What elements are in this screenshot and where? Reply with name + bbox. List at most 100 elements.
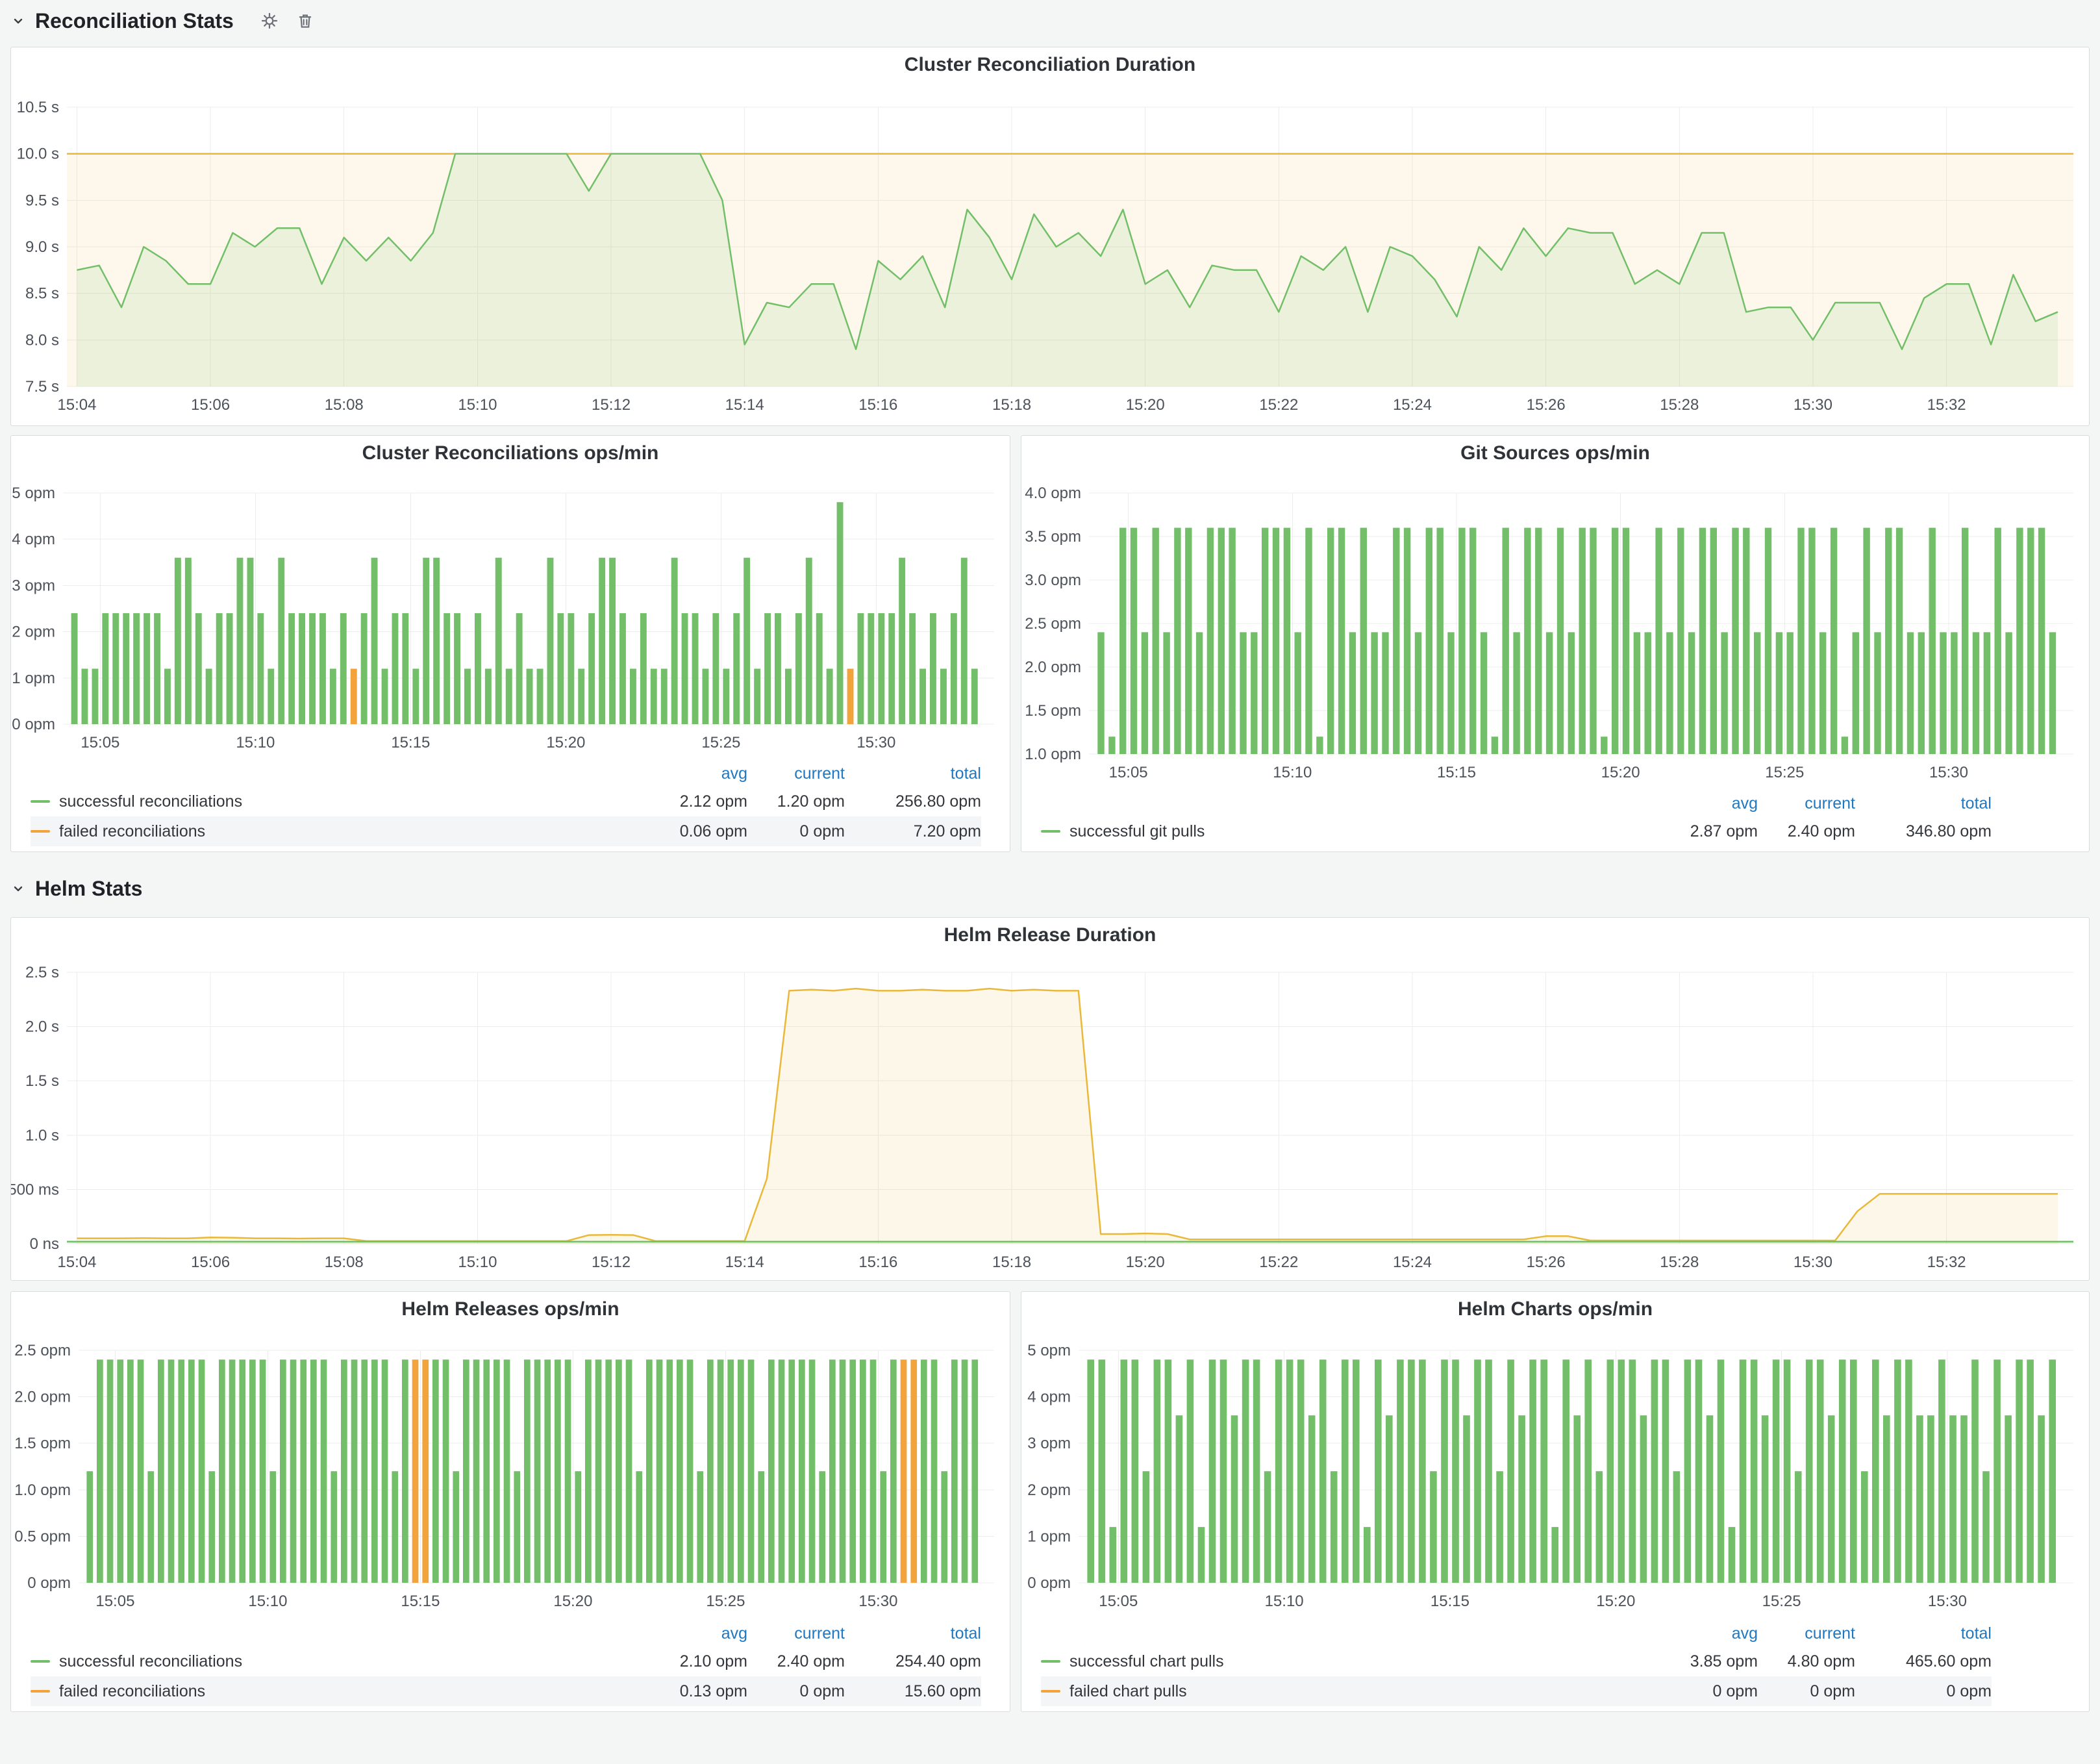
panel-helm-release-duration: Helm Release Duration 2.5 s2.0 s1.5 s1.0…	[10, 917, 2090, 1281]
bar	[909, 613, 916, 724]
legend-series-label[interactable]: successful chart pulls	[1041, 1652, 1628, 1671]
bar	[1360, 528, 1367, 754]
panel-title[interactable]: Git Sources ops/min	[1021, 436, 2089, 471]
bar	[1099, 1359, 1106, 1583]
bar	[718, 1359, 724, 1583]
panel-title[interactable]: Cluster Reconciliations ops/min	[11, 436, 1010, 471]
y-axis-tick-label: 500 ms	[11, 1181, 59, 1198]
chart-cluster-reconciliation-duration[interactable]: 10.5 s10.0 s9.5 s9.0 s8.5 s8.0 s7.5 s15:…	[11, 82, 2089, 425]
panel-title[interactable]: Helm Release Duration	[11, 918, 2089, 953]
bar	[237, 558, 244, 724]
y-axis-tick-label: 2.5 opm	[14, 1342, 71, 1359]
chart-helm-release-duration[interactable]: 2.5 s2.0 s1.5 s1.0 s500 ms0 ns15:0415:06…	[11, 953, 2089, 1280]
legend-helm-charts: avgcurrenttotalsuccessful chart pulls3.8…	[1021, 1620, 2089, 1711]
panel-title[interactable]: Helm Charts ops/min	[1021, 1292, 2089, 1327]
legend-helm-releases: avgcurrenttotal successful reconciliation…	[11, 1620, 1010, 1711]
panel-helm-releases-opm: Helm Releases ops/min 2.5 opm2.0 opm1.5 …	[10, 1291, 1010, 1712]
bar	[941, 1471, 947, 1583]
bar	[92, 669, 99, 724]
section-title[interactable]: Reconciliation Stats	[35, 9, 234, 33]
bar	[868, 613, 874, 724]
x-axis-tick-label: 15:15	[1437, 764, 1476, 781]
bar	[483, 1359, 490, 1583]
bar	[1718, 1359, 1725, 1583]
grafana-dashboard: Reconciliation Stats Cluster	[0, 0, 2100, 1764]
bar	[1645, 632, 1651, 754]
panel-title[interactable]: Cluster Reconciliation Duration	[11, 47, 2089, 82]
bar	[1995, 528, 2001, 754]
bar	[195, 613, 202, 724]
bar	[1529, 1359, 1536, 1583]
bar	[199, 1359, 205, 1583]
legend-series-label[interactable]: failed reconciliations	[31, 1682, 618, 1701]
y-axis-tick-label: 1.0 s	[25, 1127, 59, 1144]
series-color-swatch	[31, 800, 50, 803]
chart-git-sources-opm[interactable]: 4.0 opm3.5 opm3.0 opm2.5 opm2.0 opm1.5 o…	[1021, 471, 2089, 790]
legend-series-label[interactable]: successful git pulls	[1041, 822, 1628, 841]
legend-series-label[interactable]: successful reconciliations	[31, 1652, 618, 1671]
panel-title[interactable]: Helm Releases ops/min	[11, 1292, 1010, 1327]
bar	[1601, 737, 1607, 754]
bar	[433, 558, 440, 724]
legend-header-avg[interactable]: avg	[618, 1624, 747, 1643]
bar	[1874, 632, 1881, 754]
bar	[361, 613, 368, 724]
bar	[371, 558, 378, 724]
bar	[534, 1359, 541, 1583]
bar	[860, 1359, 866, 1583]
legend-series-label[interactable]: failed chart pulls	[1041, 1682, 1628, 1701]
legend-header-avg[interactable]: avg	[618, 764, 747, 783]
bar	[475, 613, 481, 724]
chart-helm-releases-opm[interactable]: 2.5 opm2.0 opm1.5 opm1.0 opm0.5 opm0 opm…	[11, 1327, 1010, 1620]
chart-canvas: 5 opm4 opm3 opm2 opm1 opm0 opm15:0515:10…	[1021, 1327, 2089, 1620]
bar	[961, 558, 968, 724]
x-axis-tick-label: 15:30	[858, 1593, 897, 1610]
bar	[178, 1359, 184, 1583]
legend-header-total[interactable]: total	[1855, 794, 1992, 813]
legend-header-current[interactable]: current	[1758, 1624, 1855, 1643]
legend-header-current[interactable]: current	[747, 1624, 845, 1643]
bar	[707, 1359, 714, 1583]
legend-header-avg[interactable]: avg	[1628, 1624, 1758, 1643]
bar	[392, 1471, 398, 1583]
bar	[723, 669, 729, 724]
bar	[677, 1359, 683, 1583]
legend-header-total[interactable]: total	[845, 1624, 981, 1643]
legend-header-total[interactable]: total	[845, 764, 981, 783]
bar	[1607, 1359, 1614, 1583]
bar	[1797, 528, 1804, 754]
legend-header-avg[interactable]: avg	[1628, 794, 1758, 813]
bar	[888, 613, 895, 724]
section-title[interactable]: Helm Stats	[35, 877, 142, 901]
legend-series-label[interactable]: successful reconciliations	[31, 792, 618, 811]
legend-row: successful reconciliations2.12 opm1.20 o…	[31, 787, 981, 816]
chevron-down-icon[interactable]	[10, 13, 26, 29]
legend-header-current[interactable]: current	[747, 764, 845, 783]
bar	[290, 1359, 297, 1583]
bar	[288, 613, 295, 724]
bar	[2005, 632, 2012, 754]
chevron-down-icon[interactable]	[10, 881, 26, 896]
bar	[930, 613, 936, 724]
section-header-helm-stats[interactable]: Helm Stats	[10, 870, 142, 907]
bar	[847, 669, 854, 724]
trash-icon[interactable]	[296, 11, 314, 31]
legend-header-total[interactable]: total	[1855, 1624, 1992, 1643]
chart-cluster-reconciliations-opm[interactable]: 5 opm4 opm3 opm2 opm1 opm0 opm15:0515:10…	[11, 471, 1010, 761]
bar	[619, 613, 626, 724]
bar	[890, 1359, 897, 1583]
bar	[1198, 1527, 1205, 1583]
bar	[806, 558, 812, 724]
x-axis-tick-label: 15:08	[325, 396, 364, 414]
legend-header-current[interactable]: current	[1758, 794, 1855, 813]
section-header-reconciliation-stats[interactable]: Reconciliation Stats	[10, 3, 314, 39]
legend-series-label[interactable]: failed reconciliations	[31, 822, 618, 841]
chart-helm-charts-opm[interactable]: 5 opm4 opm3 opm2 opm1 opm0 opm15:0515:10…	[1021, 1327, 2089, 1620]
bar	[260, 1359, 266, 1583]
bar	[1927, 1415, 1934, 1583]
y-axis-tick-label: 2 opm	[12, 624, 55, 641]
bar	[565, 1359, 571, 1583]
bar	[1894, 1359, 1901, 1583]
bar	[1513, 632, 1519, 754]
gear-icon[interactable]	[260, 11, 279, 31]
